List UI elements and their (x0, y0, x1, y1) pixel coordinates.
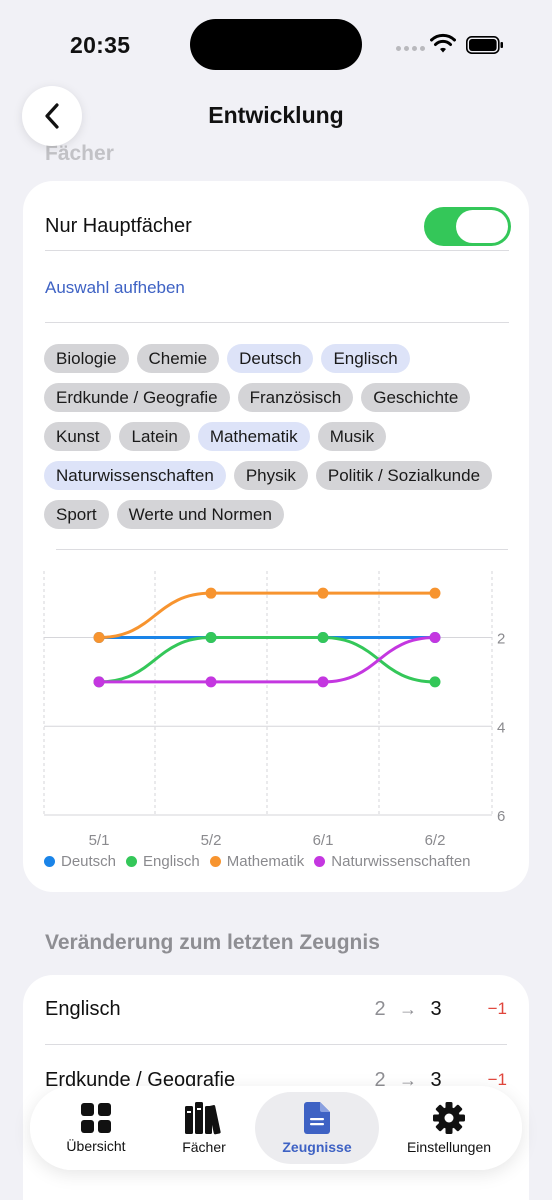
data-point (317, 632, 329, 644)
legend-label: Mathematik (226, 853, 305, 870)
legend-item: Mathematik (209, 853, 305, 870)
changes-title: Veränderung zum letzten Zeugnis (45, 931, 380, 954)
chart-legend: Deutsch Englisch Mathematik Naturwissenscha… (44, 853, 471, 870)
grade-chart: 2 4 6 5/1 5/2 6/1 6/2 (43, 571, 505, 849)
divider (45, 1044, 507, 1045)
y-tick-label: 2 (497, 631, 505, 648)
tab-reports[interactable]: Zeugnisse (255, 1092, 379, 1164)
grid-icon (81, 1103, 111, 1133)
cellular-signal-icon (396, 46, 425, 51)
change-to: 3 (430, 997, 442, 1020)
y-tick-label: 4 (497, 719, 505, 736)
dynamic-island (190, 19, 362, 70)
page-title: Entwicklung (208, 102, 344, 128)
tab-label: Zeugnisse (282, 1139, 352, 1155)
tab-label: Fächer (182, 1139, 226, 1155)
data-point (205, 676, 217, 688)
change-delta: −1 (487, 999, 507, 1018)
legend-dot-icon (126, 856, 138, 867)
gear-icon (433, 1102, 465, 1134)
data-point (205, 587, 217, 599)
books-icon (185, 1102, 221, 1135)
status-time: 20:35 (70, 32, 131, 58)
tab-label: Einstellungen (406, 1139, 492, 1155)
data-point (317, 676, 329, 688)
legend-dot-icon (209, 856, 221, 867)
x-tick-label: 6/2 (425, 832, 446, 849)
tab-subjects[interactable]: Fächer (144, 1092, 264, 1164)
tab-settings[interactable]: Einstellungen (384, 1092, 514, 1164)
change-subject: Englisch (45, 997, 121, 1020)
legend-label: Englisch (143, 853, 200, 870)
arrow-right-icon: → (399, 998, 417, 1019)
y-tick-label: 6 (497, 808, 505, 825)
change-row: Englisch 2 → 3 −1 (45, 989, 507, 1029)
legend-item: Deutsch (44, 853, 116, 870)
legend-dot-icon (44, 856, 55, 867)
battery-icon (466, 36, 503, 54)
x-tick-label: 5/2 (201, 832, 222, 849)
wifi-icon (430, 33, 456, 53)
tab-bar: Übersicht Fächer Zeugnisse Einstellungen (30, 1086, 522, 1170)
x-tick-label: 6/1 (313, 832, 334, 849)
data-point (429, 676, 441, 688)
legend-item: Englisch (126, 853, 200, 870)
data-point (93, 632, 105, 644)
data-point (317, 587, 329, 599)
data-point (205, 632, 217, 644)
legend-label: Deutsch (61, 853, 117, 870)
data-point (429, 587, 441, 599)
development-card: Nur Hauptfächer Auswahl aufheben Biologi… (23, 181, 529, 892)
tab-label: Übersicht (66, 1138, 126, 1154)
change-from: 2 (374, 997, 386, 1020)
data-point (429, 632, 441, 644)
legend-label: Naturwissenschaften (331, 853, 471, 870)
document-icon (304, 1102, 330, 1134)
x-tick-label: 5/1 (89, 832, 110, 849)
tab-overview[interactable]: Übersicht (36, 1092, 156, 1164)
data-point (93, 676, 105, 688)
status-bar: 20:35 (0, 0, 552, 90)
legend-item: Naturwissenschaften (314, 853, 471, 870)
legend-dot-icon (314, 856, 326, 867)
